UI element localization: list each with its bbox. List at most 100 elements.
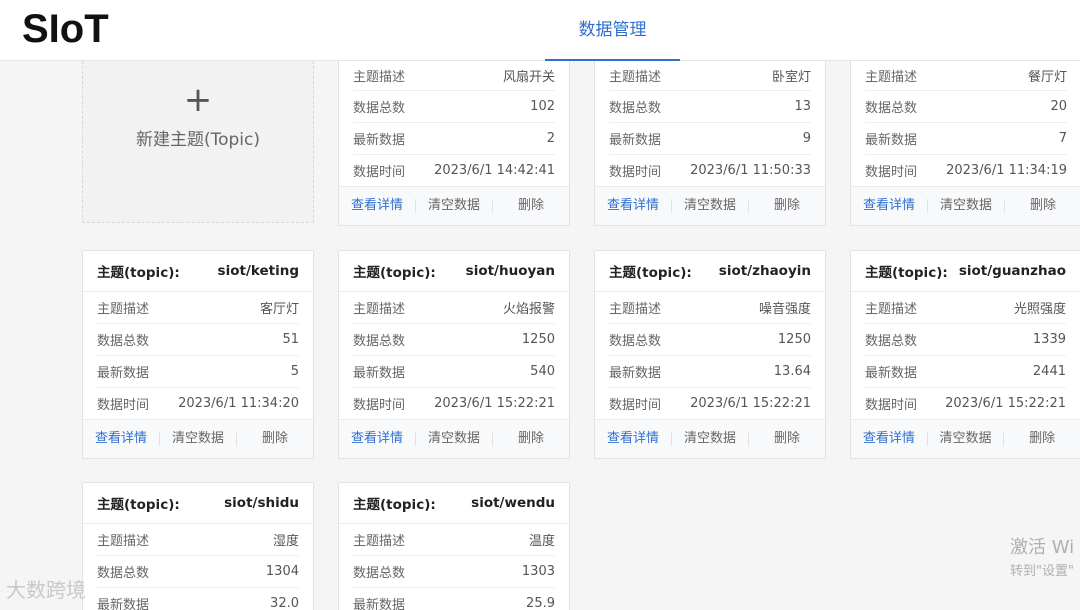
total-row: 数据总数 1250 bbox=[609, 324, 811, 356]
desc-label: 主题描述 bbox=[353, 70, 406, 85]
delete-button[interactable]: 删除 bbox=[748, 432, 825, 446]
total-row: 数据总数 1303 bbox=[353, 556, 555, 588]
time-row: 数据时间 2023/6/1 14:42:41 bbox=[353, 155, 555, 186]
latest-label: 最新数据 bbox=[353, 366, 406, 381]
latest-label: 最新数据 bbox=[97, 366, 150, 381]
delete-button[interactable]: 删除 bbox=[492, 199, 569, 213]
latest-value: 32.0 bbox=[270, 596, 299, 610]
desc-row: 主题描述 湿度 bbox=[97, 524, 299, 556]
desc-row: 主题描述 噪音强度 bbox=[609, 292, 811, 324]
view-details-button[interactable]: 查看详情 bbox=[595, 199, 671, 213]
clear-data-button[interactable]: 清空数据 bbox=[926, 432, 1004, 446]
desc-label: 主题描述 bbox=[609, 302, 662, 317]
topic-name: siot/shidu bbox=[224, 495, 299, 511]
total-label: 数据总数 bbox=[865, 101, 918, 116]
total-value: 51 bbox=[282, 332, 299, 347]
total-row: 数据总数 1339 bbox=[865, 324, 1066, 356]
clear-data-button[interactable]: 清空数据 bbox=[415, 199, 492, 213]
desc-value: 光照强度 bbox=[1013, 302, 1066, 317]
desc-label: 主题描述 bbox=[609, 70, 662, 85]
total-label: 数据总数 bbox=[865, 334, 918, 349]
latest-value: 2441 bbox=[1032, 364, 1066, 379]
delete-button[interactable]: 删除 bbox=[236, 432, 313, 446]
time-value: 2023/6/1 11:34:20 bbox=[178, 396, 299, 411]
latest-value: 540 bbox=[530, 364, 555, 379]
new-topic-label: 新建主题(Topic) bbox=[135, 130, 261, 150]
time-row: 数据时间 2023/6/1 11:34:19 bbox=[865, 155, 1067, 186]
card-header: 主题(topic): siot/shidu bbox=[83, 483, 313, 524]
delete-button[interactable]: 删除 bbox=[1004, 199, 1080, 213]
total-label: 数据总数 bbox=[97, 334, 150, 349]
latest-value: 9 bbox=[802, 131, 811, 146]
time-row: 数据时间 2023/6/1 11:50:33 bbox=[609, 155, 811, 186]
desc-value: 餐厅灯 bbox=[1027, 70, 1067, 85]
total-value: 1339 bbox=[1032, 332, 1066, 347]
desc-value: 风扇开关 bbox=[502, 70, 555, 85]
time-label: 数据时间 bbox=[353, 398, 406, 413]
desc-row: 主题描述 火焰报警 bbox=[353, 292, 555, 324]
topic-name: siot/huoyan bbox=[465, 263, 555, 279]
topic-card: 主题(topic): siot/shidu 主题描述 湿度 数据总数 1304 最新数… bbox=[82, 482, 314, 610]
latest-row: 最新数据 25.9 bbox=[353, 588, 555, 610]
card-header: 主题(topic): siot/zhaoyin bbox=[595, 251, 825, 292]
delete-button[interactable]: 删除 bbox=[492, 432, 569, 446]
total-label: 数据总数 bbox=[609, 101, 662, 116]
topic-card: 主题描述 餐厅灯 数据总数 20 最新数据 7 数据时间 2023/6/1 11:34:… bbox=[850, 61, 1080, 226]
latest-value: 2 bbox=[546, 131, 555, 146]
card-actions: 查看详情 清空数据 删除 bbox=[339, 186, 569, 225]
time-row: 数据时间 2023/6/1 11:34:20 bbox=[97, 388, 299, 419]
clear-data-button[interactable]: 清空数据 bbox=[671, 199, 748, 213]
total-value: 1303 bbox=[521, 564, 555, 579]
card-actions: 查看详情 清空数据 删除 bbox=[851, 186, 1080, 225]
app-logo[interactable]: SIoT bbox=[22, 6, 109, 52]
card-actions: 查看详情 清空数据 删除 bbox=[83, 419, 313, 458]
plus-icon: + bbox=[183, 80, 213, 120]
total-label: 数据总数 bbox=[353, 334, 406, 349]
total-value: 1250 bbox=[521, 332, 555, 347]
latest-value: 13.64 bbox=[773, 364, 811, 379]
desc-value: 湿度 bbox=[272, 534, 299, 549]
view-details-button[interactable]: 查看详情 bbox=[339, 199, 415, 213]
topic-card: 主题描述 风扇开关 数据总数 102 最新数据 2 数据时间 2023/6/1 14:4… bbox=[338, 61, 570, 226]
view-details-button[interactable]: 查看详情 bbox=[851, 432, 927, 446]
latest-label: 最新数据 bbox=[865, 366, 918, 381]
view-details-button[interactable]: 查看详情 bbox=[339, 432, 415, 446]
delete-button[interactable]: 删除 bbox=[1003, 432, 1080, 446]
delete-button[interactable]: 删除 bbox=[748, 199, 825, 213]
desc-label: 主题描述 bbox=[353, 534, 406, 549]
clear-data-button[interactable]: 清空数据 bbox=[671, 432, 748, 446]
desc-value: 火焰报警 bbox=[502, 302, 555, 317]
latest-row: 最新数据 32.0 bbox=[97, 588, 299, 610]
time-value: 2023/6/1 15:22:21 bbox=[434, 396, 555, 411]
new-topic-card[interactable]: + 新建主题(Topic) bbox=[82, 61, 314, 223]
view-details-button[interactable]: 查看详情 bbox=[851, 199, 927, 213]
time-label: 数据时间 bbox=[865, 398, 918, 413]
topic-label: 主题(topic): bbox=[865, 265, 948, 281]
desc-row: 主题描述 客厅灯 bbox=[97, 292, 299, 324]
topic-label: 主题(topic): bbox=[97, 265, 180, 281]
time-value: 2023/6/1 15:22:21 bbox=[690, 396, 811, 411]
desc-row: 主题描述 餐厅灯 bbox=[865, 61, 1067, 91]
clear-data-button[interactable]: 清空数据 bbox=[159, 432, 236, 446]
view-details-button[interactable]: 查看详情 bbox=[595, 432, 671, 446]
card-actions: 查看详情 清空数据 删除 bbox=[339, 419, 569, 458]
clear-data-button[interactable]: 清空数据 bbox=[927, 199, 1004, 213]
card-header: 主题(topic): siot/wendu bbox=[339, 483, 569, 524]
total-value: 20 bbox=[1050, 99, 1067, 114]
total-label: 数据总数 bbox=[609, 334, 662, 349]
total-value: 1304 bbox=[265, 564, 299, 579]
card-actions: 查看详情 清空数据 删除 bbox=[595, 419, 825, 458]
total-row: 数据总数 13 bbox=[609, 91, 811, 123]
desc-value: 噪音强度 bbox=[758, 302, 811, 317]
time-row: 数据时间 2023/6/1 15:22:21 bbox=[353, 388, 555, 419]
desc-label: 主题描述 bbox=[865, 70, 918, 85]
topic-label: 主题(topic): bbox=[97, 497, 180, 513]
topic-name: siot/guanzhao bbox=[958, 263, 1066, 279]
total-value: 102 bbox=[530, 99, 555, 114]
total-label: 数据总数 bbox=[353, 566, 406, 581]
card-header: 主题(topic): siot/huoyan bbox=[339, 251, 569, 292]
clear-data-button[interactable]: 清空数据 bbox=[415, 432, 492, 446]
card-header: 主题(topic): siot/guanzhao bbox=[851, 251, 1080, 292]
tab-data-management[interactable]: 数据管理 bbox=[545, 0, 680, 61]
view-details-button[interactable]: 查看详情 bbox=[83, 432, 159, 446]
